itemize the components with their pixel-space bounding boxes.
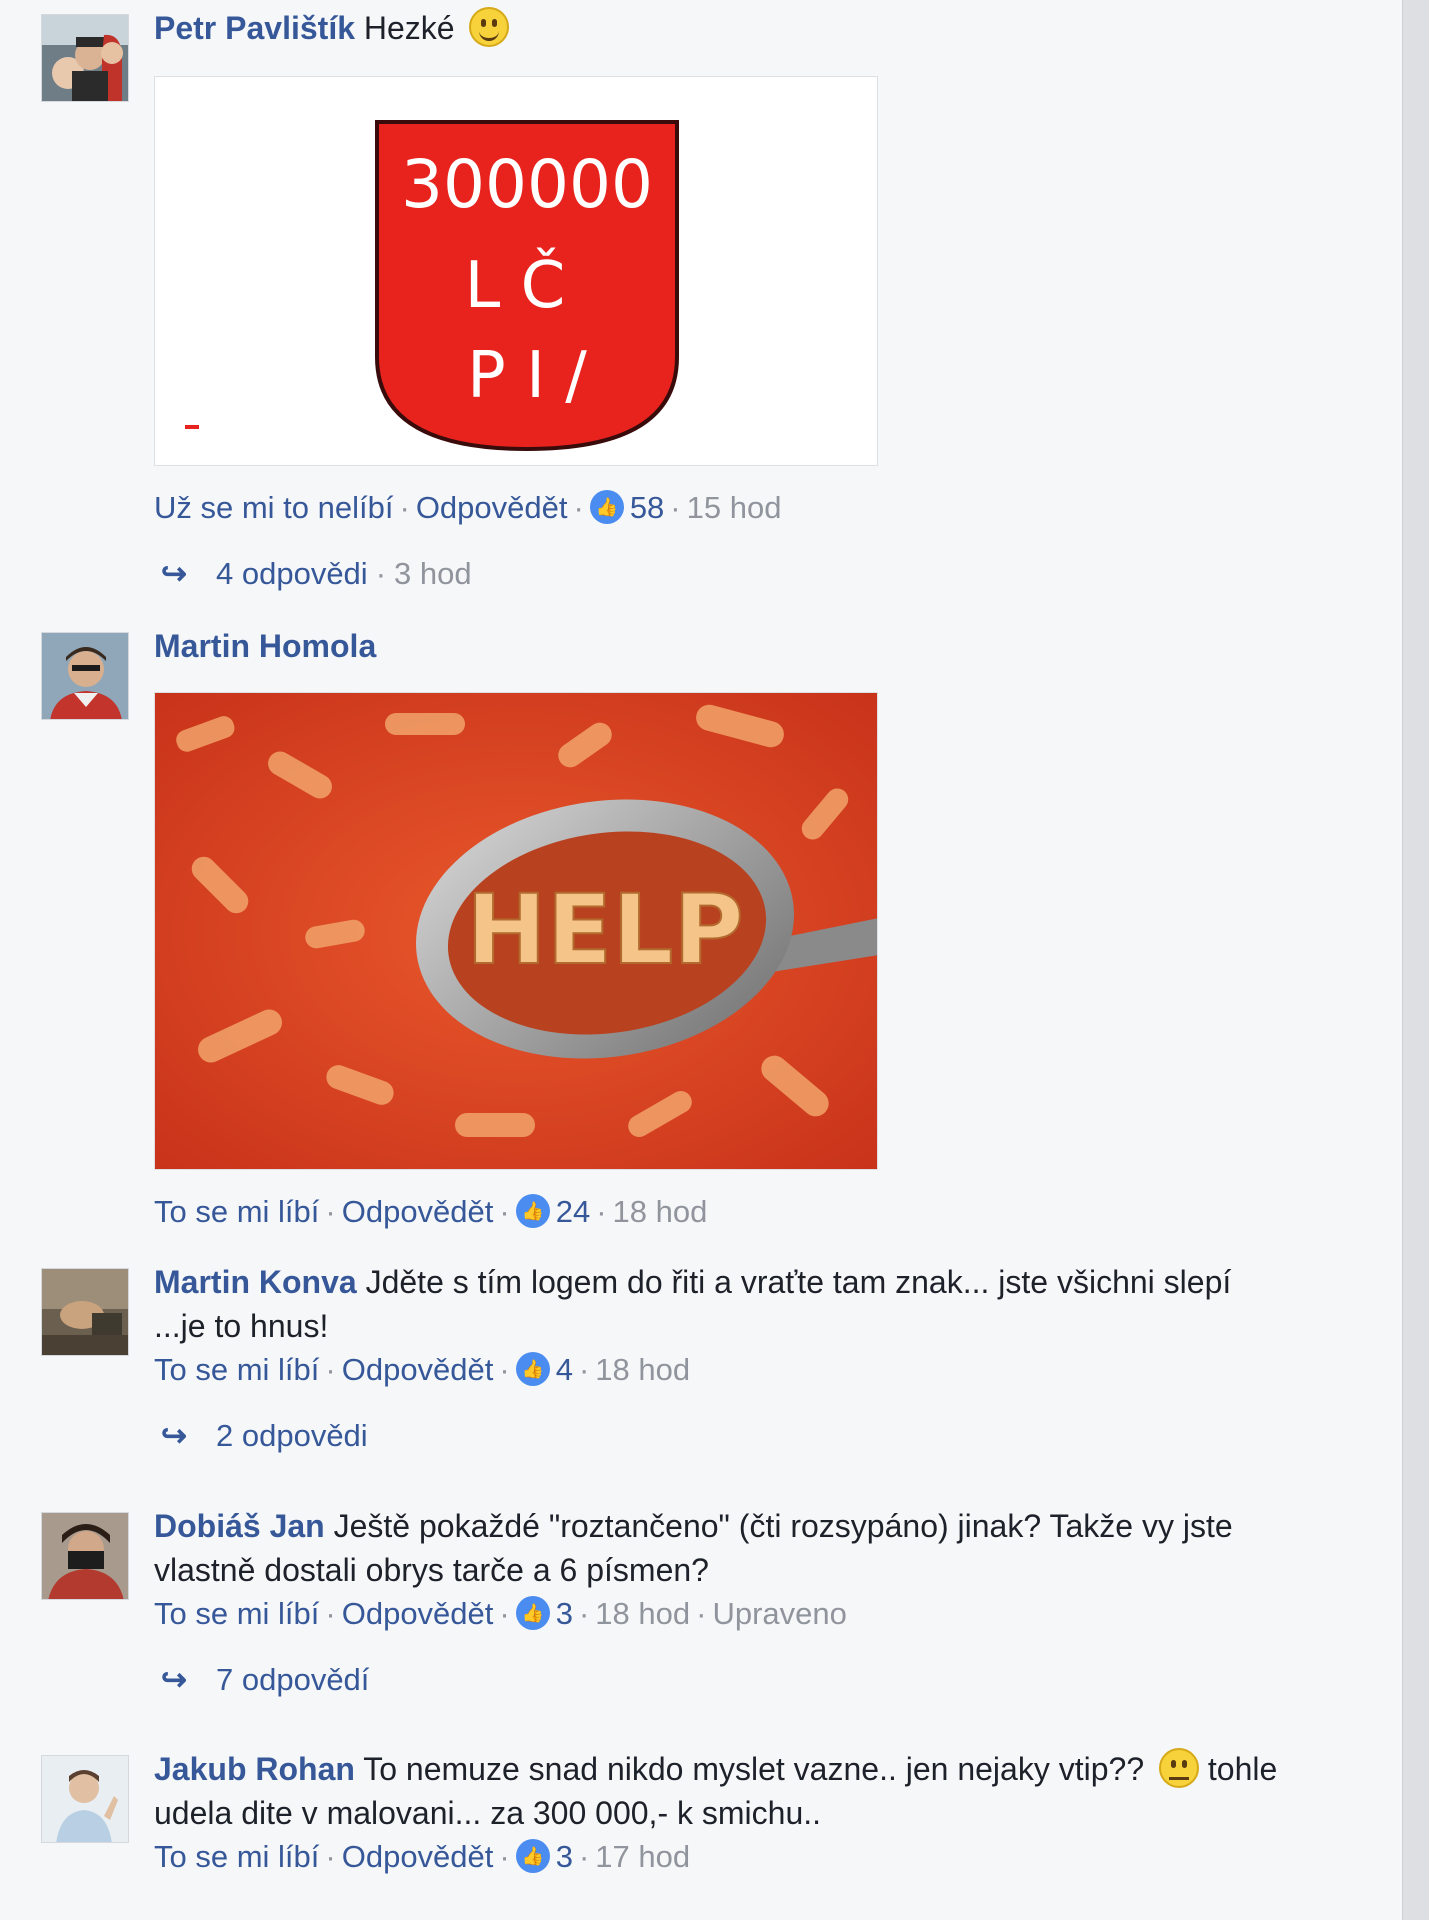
view-replies-link[interactable]: ↪ 4 odpovědi · 3 hod [154,552,472,596]
comment-text-line: Petr Pavlištík Hezké [154,6,1390,50]
comment-actions: To se mi líbí·Odpovědět·4·18 hod [154,1348,1390,1392]
comment-image[interactable]: 300000 L Č P I / [154,76,878,466]
like-icon[interactable] [515,1352,550,1386]
comment-author[interactable]: Jakub Rohan [154,1751,355,1787]
replies-time: 3 hod [394,556,472,591]
comment: Martin Konva Jděte s tím logem do řiti a… [0,1264,1390,1488]
like-link[interactable]: To se mi líbí [154,1352,319,1387]
like-link[interactable]: To se mi líbí [154,1194,319,1229]
comment: Petr Pavlištík Hezké 300000 L Č P I / Už… [0,7,1390,614]
shield-text-line-2: L Č [465,247,566,323]
like-count[interactable]: 3 [556,1596,573,1631]
like-icon[interactable] [515,1596,550,1630]
like-count[interactable]: 3 [556,1839,573,1874]
replies-count[interactable]: 7 odpovědí [216,1662,369,1697]
comment-text-line-2: ...je to hnus! [154,1308,329,1344]
comment-text: To nemuze snad nikdo myslet vazne.. jen … [363,1751,1145,1787]
comment: Martin Homola HELP To se mi líbí · Odpov… [0,628,1390,1262]
comment-text: Jděte s tím logem do řiti a vraťte tam z… [365,1264,1232,1300]
image-spoon-text: HELP [466,874,743,986]
view-replies-link[interactable]: ↪ 2 odpovědi [154,1414,1390,1458]
comment-text-line: Jakub Rohan To nemuze snad nikdo myslet … [154,1747,1390,1791]
comment: Dobiáš Jan Ještě pokaždé "roztančeno" (č… [0,1508,1390,1732]
like-link[interactable]: To se mi líbí [154,1596,319,1631]
avatar[interactable] [41,1755,129,1843]
comment-author[interactable]: Dobiáš Jan [154,1508,325,1544]
shield-text-line-3: P I / [467,339,587,413]
reply-arrow-icon: ↪ [161,1662,187,1697]
comment-text-line: Martin Homola [154,624,1390,668]
comment-text: Hezké [363,10,455,46]
scrollbar-track[interactable] [1402,0,1429,1920]
like-count[interactable]: 58 [630,490,664,525]
comment: Jakub Rohan To nemuze snad nikdo myslet … [0,1748,1390,1920]
comment-author[interactable]: Martin Konva [154,1264,357,1300]
comment-actions: To se mi líbí·Odpovědět·24·18 hod [154,1190,707,1234]
reply-link[interactable]: Odpovědět [342,1596,494,1631]
comment-actions: To se mi líbí·Odpovědět·3·17 hod [154,1835,1390,1879]
reply-arrow-icon: ↪ [161,1418,187,1453]
shield-text-line-1: 300000 [401,146,653,223]
comment-actions: To se mi líbí·Odpovědět·3·18 hod·Upraven… [154,1592,1390,1636]
comment-text-line: Dobiáš Jan Ještě pokaždé "roztančeno" (č… [154,1504,1390,1548]
avatar[interactable] [41,1512,129,1600]
reply-link[interactable]: Odpovědět [416,490,568,525]
avatar[interactable] [41,1268,129,1356]
comment-time[interactable]: 17 hod [595,1839,690,1874]
like-link[interactable]: Už se mi to nelíbí [154,490,393,525]
like-icon[interactable] [515,1194,550,1228]
like-icon[interactable] [515,1839,550,1873]
comment-author[interactable]: Petr Pavlištík [154,10,355,46]
comment-text-after-emoji: tohle [1207,1751,1278,1787]
replies-count[interactable]: 4 odpovědi [216,556,368,591]
comment-time[interactable]: 18 hod [595,1596,690,1631]
like-link[interactable]: To se mi líbí [154,1839,319,1874]
avatar[interactable] [41,14,129,102]
comment-text: Ještě pokaždé "roztančeno" (čti rozsypán… [333,1508,1233,1544]
comment-text-line-2: udela dite v malovani... za 300 000,- k … [154,1795,822,1831]
edited-label[interactable]: Upraveno [712,1596,846,1631]
replies-count[interactable]: 2 odpovědi [216,1418,368,1453]
comment-image[interactable]: HELP [154,692,878,1170]
like-count[interactable]: 24 [556,1194,590,1229]
like-count[interactable]: 4 [556,1352,573,1387]
comment-actions: Už se mi to nelíbí·Odpovědět·58·15 hod [154,486,781,530]
reply-arrow-icon: ↪ [161,556,187,591]
comment-time[interactable]: 18 hod [595,1352,690,1387]
grin-emoji-icon [469,7,510,47]
comment-time[interactable]: 18 hod [613,1194,708,1229]
avatar[interactable] [41,632,129,720]
comment-time[interactable]: 15 hod [687,490,782,525]
like-icon[interactable] [589,490,624,524]
comment-text-line: Martin Konva Jděte s tím logem do řiti a… [154,1260,1390,1304]
neutral-emoji-icon [1159,1748,1199,1788]
reply-link[interactable]: Odpovědět [342,1194,494,1229]
reply-link[interactable]: Odpovědět [342,1839,494,1874]
comment-author[interactable]: Martin Homola [154,628,376,664]
comment-text-line-2: vlastně dostali obrys tarče a 6 písmen? [154,1552,709,1588]
view-replies-link[interactable]: ↪ 7 odpovědí [154,1658,1390,1702]
reply-link[interactable]: Odpovědět [342,1352,494,1387]
